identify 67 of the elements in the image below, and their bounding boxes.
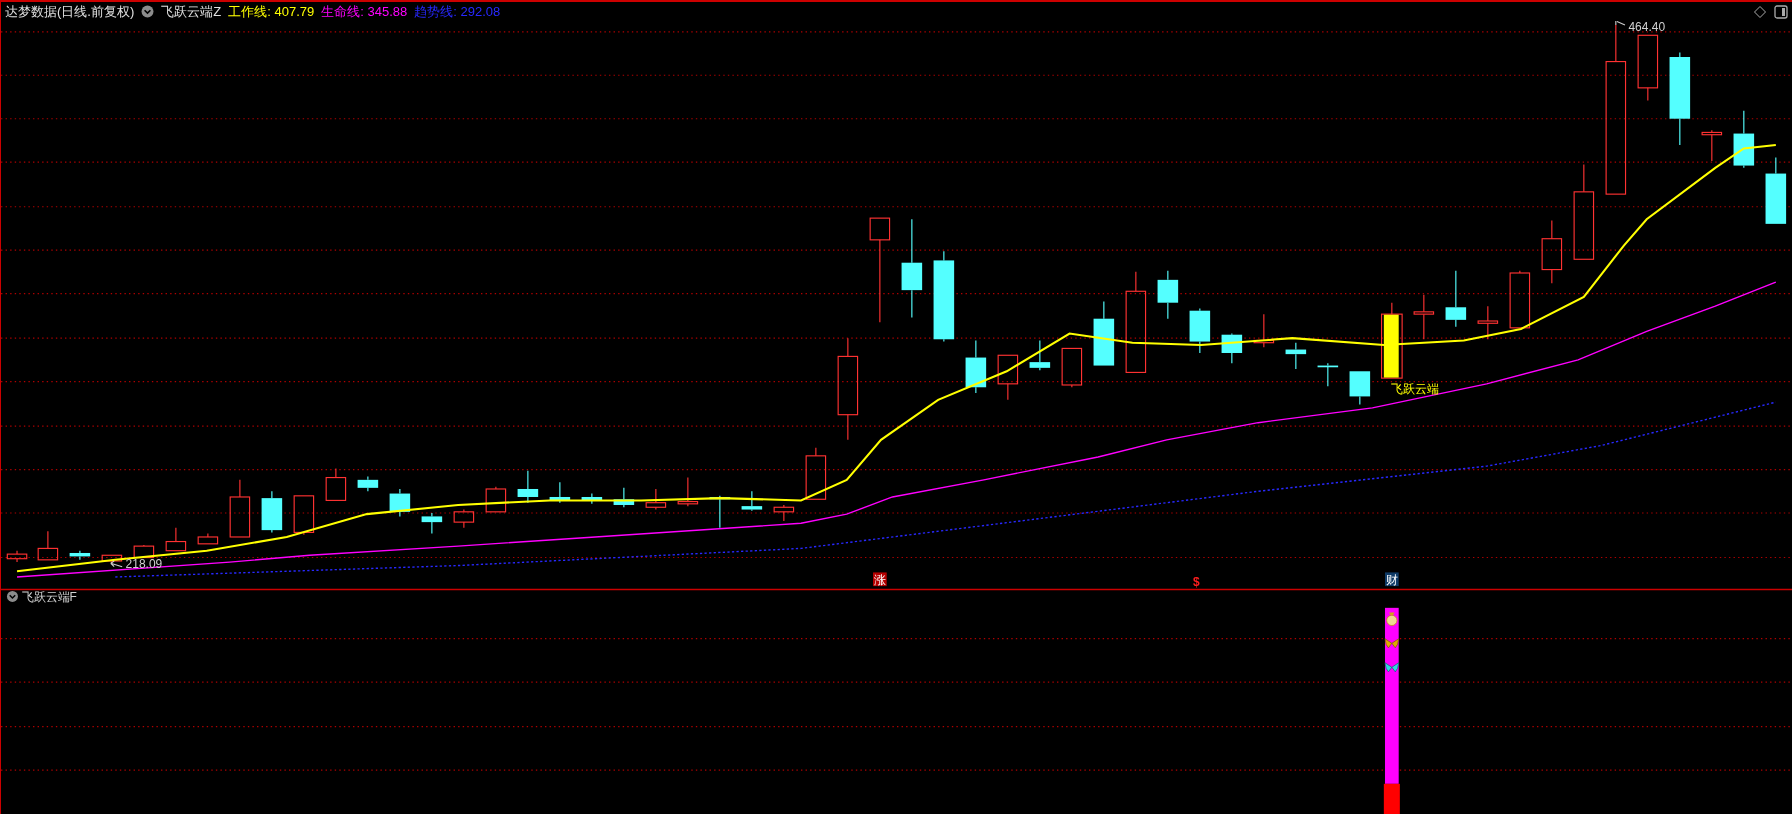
candlestick: [773, 504, 795, 522]
candlestick: [1637, 34, 1659, 101]
candlestick: [453, 509, 475, 529]
candlestick: [1349, 371, 1371, 405]
candlestick: [1413, 294, 1435, 340]
arrow-icon: [1615, 21, 1626, 26]
signal-badge: 涨: [873, 572, 887, 587]
butterfly-icon: [1384, 638, 1400, 649]
candlestick: [677, 477, 699, 507]
candlestick: [645, 488, 667, 511]
candlestick: [197, 532, 219, 545]
candlestick: [1157, 270, 1179, 320]
price-label: 464.40: [1628, 21, 1666, 34]
indicator-value: 生命线: 345.88: [321, 2, 408, 21]
candlestick: [485, 486, 507, 513]
candlestick: [133, 544, 155, 559]
candlestick: [1701, 129, 1723, 162]
candlestick: [421, 512, 443, 535]
price-label: 218.09: [125, 556, 163, 571]
candlestick: [997, 354, 1019, 401]
chart-title: 达梦数据(日线.前复权): [5, 2, 135, 21]
candlestick: [1093, 301, 1115, 366]
candlestick: [549, 481, 571, 504]
candlestick: [1189, 307, 1211, 354]
candlestick: [741, 490, 763, 512]
indicator-name: 飞跃云端F: [21, 590, 77, 604]
candlestick: [1477, 305, 1499, 340]
candlestick: [1285, 342, 1307, 370]
dollar-sign: $: [1193, 575, 1200, 590]
signal-label: 飞跃云端: [1390, 382, 1439, 396]
diamond-icon[interactable]: [1753, 4, 1767, 19]
candlestick: [1733, 110, 1755, 169]
candlestick: [517, 470, 539, 504]
candlestick: [965, 339, 987, 394]
candlestick: [805, 447, 827, 500]
candlestick: [1061, 347, 1083, 388]
panel-toggle-icon[interactable]: [1774, 4, 1788, 19]
candlestick: [581, 493, 603, 505]
candlestick: [1509, 270, 1531, 329]
candlestick: [229, 479, 251, 538]
money-bag-icon: [1386, 612, 1398, 626]
candlestick: [293, 495, 315, 536]
dropdown-icon[interactable]: [6, 590, 18, 602]
candlestick: [1765, 157, 1787, 224]
indicator-value: 工作线: 407.79: [228, 2, 315, 21]
candlestick: [613, 487, 635, 508]
candlestick: [1221, 333, 1243, 364]
candlestick: [165, 527, 187, 552]
candlestick: [1253, 313, 1275, 348]
dropdown-icon[interactable]: [141, 5, 155, 18]
candlestick: [357, 475, 379, 492]
candlestick: [261, 490, 283, 533]
butterfly-icon: [1384, 662, 1400, 673]
candlestick: [37, 530, 59, 561]
candlestick: [1029, 339, 1051, 371]
indicator-value: 趋势线: 292.08: [414, 2, 501, 21]
candlestick: [325, 467, 347, 501]
arrow-icon: [110, 560, 123, 568]
signal-badge: 财: [1385, 572, 1399, 587]
candlestick: [1445, 270, 1467, 328]
candlestick: [1317, 362, 1339, 387]
indicator-name: 飞跃云端Z: [161, 2, 222, 21]
candlestick: [101, 554, 123, 564]
candlestick: [69, 550, 91, 561]
candlestick: [389, 488, 411, 517]
candlestick: [6, 550, 28, 563]
candlestick: [1541, 219, 1563, 284]
